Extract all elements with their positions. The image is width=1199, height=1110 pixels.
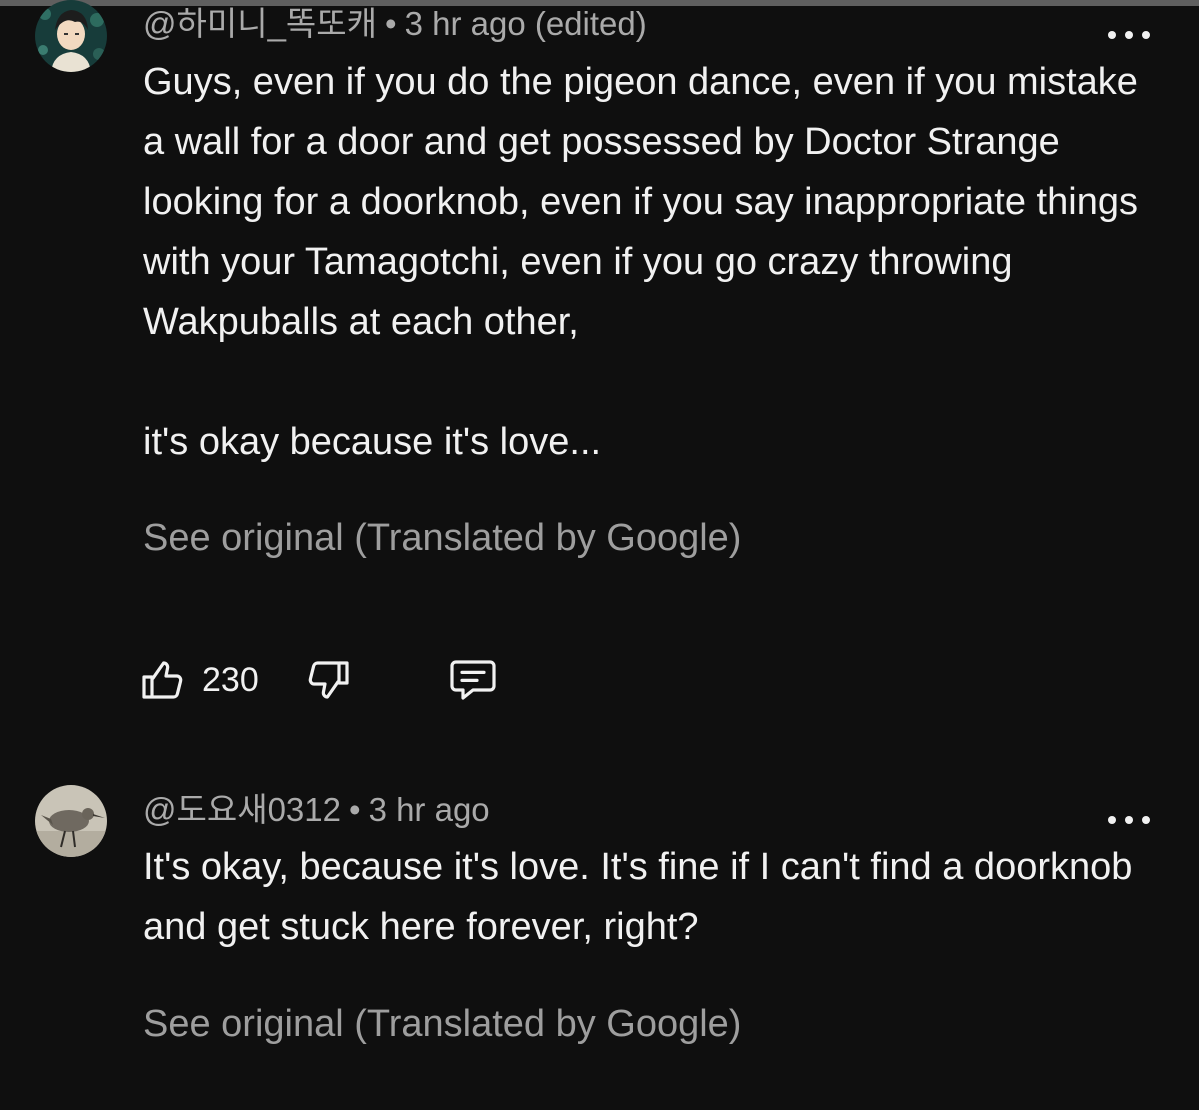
sandpiper-bird-avatar-icon	[35, 785, 107, 857]
more-vert-icon	[1108, 31, 1116, 39]
meta-separator: •	[349, 791, 361, 828]
comment-timestamp[interactable]: 3 hr ago	[369, 791, 490, 828]
comment-author[interactable]: @도요새0312	[143, 791, 341, 828]
more-options-button[interactable]	[1108, 25, 1150, 45]
comment-actions: 230	[140, 652, 499, 708]
comment-text: It's okay, because it's love. It's fine …	[143, 846, 1133, 948]
comment-author[interactable]: @하미니_똑또캐	[143, 5, 377, 42]
thumbs-up-icon	[142, 661, 183, 699]
see-original-link[interactable]: See original (Translated by Google)	[143, 1000, 741, 1048]
comment-2: @도요새0312 • 3 hr ago It's okay, because it'…	[0, 760, 1199, 1110]
comment-meta: @도요새0312 • 3 hr ago	[143, 790, 490, 830]
dislike-button[interactable]	[303, 656, 351, 704]
user-avatar[interactable]	[35, 0, 107, 72]
comment-meta: @하미니_똑또캐 • 3 hr ago (edited)	[143, 4, 647, 44]
comment-1: @하미니_똑또캐 • 3 hr ago (edited) Guys, even if…	[0, 0, 1199, 760]
comment-timestamp[interactable]: 3 hr ago (edited)	[405, 5, 647, 42]
comment-text: Guys, even if you do the pigeon dance, e…	[143, 61, 1138, 463]
user-avatar[interactable]	[35, 785, 107, 857]
reply-comment-icon	[450, 660, 496, 700]
like-count: 230	[202, 660, 259, 699]
meta-separator: •	[385, 5, 397, 42]
reply-button[interactable]	[447, 656, 499, 704]
thumbs-down-icon	[308, 661, 349, 699]
more-vert-icon	[1108, 816, 1116, 824]
more-options-button[interactable]	[1108, 810, 1150, 830]
like-button[interactable]: 230	[140, 656, 259, 704]
anime-character-avatar-icon	[35, 0, 107, 72]
see-original-link[interactable]: See original (Translated by Google)	[143, 514, 741, 562]
